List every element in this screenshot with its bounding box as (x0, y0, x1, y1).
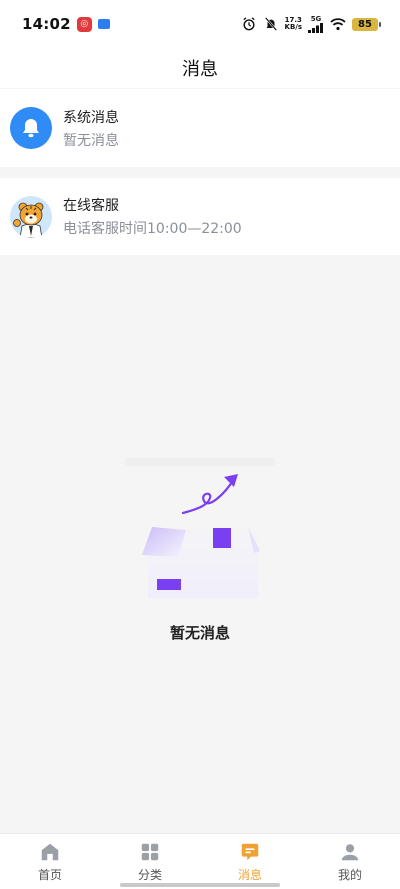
system-message-title: 系统消息 (63, 109, 119, 126)
grid-icon (141, 843, 159, 861)
tab-mine-label: 我的 (337, 868, 362, 882)
online-service-item[interactable]: 在线客服 电话客服时间10:00—22:00 (0, 178, 400, 255)
signal-bars-icon (308, 22, 323, 33)
tiger-mascot-avatar (10, 195, 52, 238)
empty-box-illustration (125, 458, 275, 598)
network-speed-unit: KB/s (284, 23, 302, 31)
cellular-signal: 5G (308, 14, 324, 33)
message-icon (241, 843, 259, 861)
tab-home[interactable]: 首页 (0, 834, 100, 889)
mute-bell-icon (264, 17, 277, 31)
online-service-hours: 电话客服时间10:00—22:00 (63, 221, 242, 237)
system-message-item[interactable]: 系统消息 暂无消息 (0, 89, 400, 167)
page-title: 消息 (182, 59, 218, 80)
status-time: 14:02 (22, 15, 71, 33)
online-service-text: 在线客服 电话客服时间10:00—22:00 (63, 195, 242, 238)
app-notification-icon (97, 19, 110, 29)
person-icon (341, 844, 359, 861)
tab-category-label: 分类 (137, 868, 162, 882)
network-speed: 17.3 KB/s (285, 17, 302, 31)
home-indicator[interactable] (120, 883, 280, 887)
tab-messages-label: 消息 (237, 868, 262, 882)
bottom-tab-bar: 首页 分类 消息 我的 (0, 833, 400, 889)
tab-home-label: 首页 (37, 868, 62, 882)
netease-music-icon: ◎ (76, 16, 92, 32)
status-bar: 14:02 ◎ 17.3 KB/s 5G 85 (0, 0, 400, 48)
battery-indicator: 85 (352, 17, 381, 31)
bell-icon (10, 107, 52, 149)
online-service-title: 在线客服 (63, 198, 119, 214)
home-icon (41, 843, 59, 861)
tab-mine[interactable]: 我的 (300, 834, 400, 889)
tab-messages[interactable]: 消息 (200, 834, 300, 889)
page-header: 消息 (0, 48, 400, 88)
system-message-subtitle: 暂无消息 (63, 132, 119, 149)
system-message-text: 系统消息 暂无消息 (63, 107, 119, 150)
alarm-icon (242, 17, 255, 31)
empty-state-text: 暂无消息 (169, 624, 230, 642)
status-left: 14:02 ◎ (22, 15, 110, 33)
signal-type-label: 5G (310, 14, 322, 23)
wifi-icon (330, 18, 346, 31)
tab-category[interactable]: 分类 (100, 834, 200, 889)
status-right: 17.3 KB/s 5G 85 (241, 14, 381, 33)
